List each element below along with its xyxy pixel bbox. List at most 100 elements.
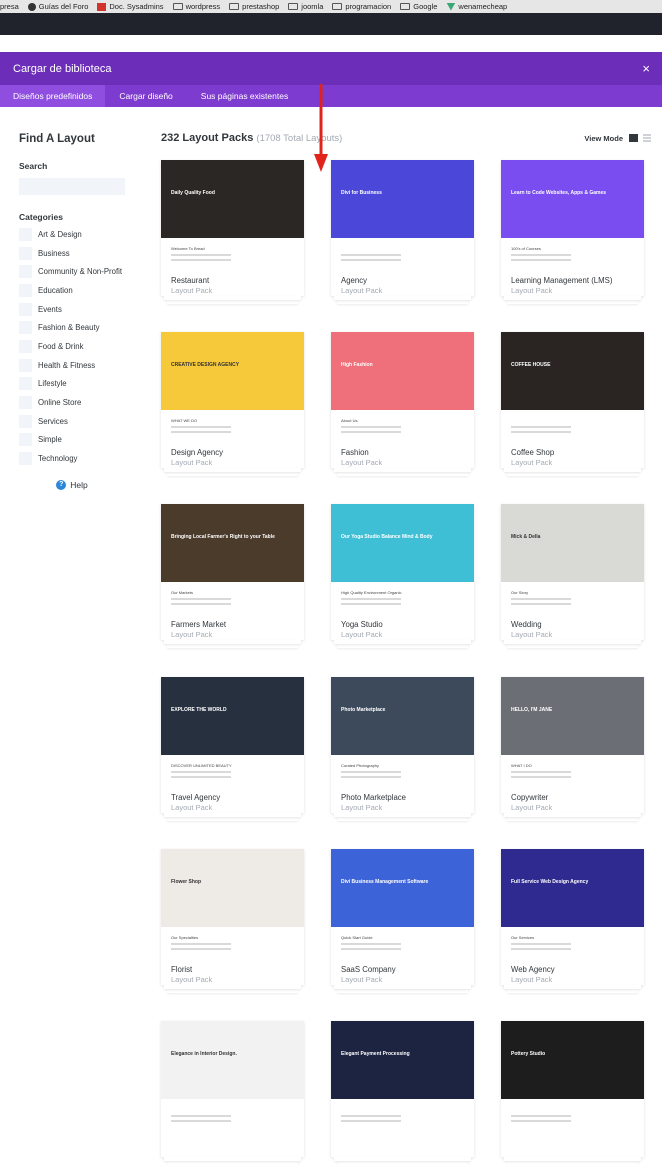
category-label: Art & Design <box>38 229 82 239</box>
category-item[interactable]: Simple <box>19 431 139 450</box>
category-checkbox[interactable] <box>19 321 32 335</box>
layout-pack-card[interactable]: Mick & Della Our Story Wedding Layout Pack <box>501 504 644 648</box>
tab-load-layout[interactable]: Cargar diseño <box>105 85 186 107</box>
category-checkbox[interactable] <box>19 433 32 447</box>
category-item[interactable]: Food & Drink <box>19 337 139 356</box>
layout-thumbnail: Learn to Code Websites, Apps & Games 100'… <box>501 160 644 268</box>
layout-pack-type: Layout Pack <box>511 803 553 812</box>
thumbnail-placeholder-line <box>171 776 231 778</box>
thumbnail-lower-text: Quick Start Guide <box>341 935 373 940</box>
layout-pack-card[interactable]: Learn to Code Websites, Apps & Games 100'… <box>501 160 644 304</box>
category-checkbox[interactable] <box>19 227 32 241</box>
category-item[interactable]: Lifestyle <box>19 375 139 394</box>
category-checkbox[interactable] <box>19 358 32 372</box>
layout-pack-type: Layout Pack <box>341 975 383 984</box>
layout-pack-card[interactable]: CREATIVE DESIGN AGENCY WHAT WE DO Design A… <box>161 332 304 476</box>
tab-predefined-layouts[interactable]: Diseños predefinidos <box>0 85 106 107</box>
layout-pack-name: Florist <box>171 965 193 974</box>
category-item[interactable]: Technology <box>19 449 139 468</box>
close-icon[interactable]: × <box>642 61 650 76</box>
help-link[interactable]: ? Help <box>19 479 125 490</box>
thumbnail-placeholder-line <box>511 1115 571 1117</box>
card-stack-shadow <box>164 640 301 644</box>
bookmark-item[interactable]: presa <box>0 2 19 11</box>
layout-pack-card[interactable]: High Fashion About Us Fashion Layout Pack <box>331 332 474 476</box>
bookmark-item[interactable]: wordpress <box>172 2 220 11</box>
layout-pack-card[interactable]: HELLO, I'M JANE WHAT I DO Copywriter Layout… <box>501 677 644 821</box>
bookmark-item[interactable]: programacion <box>332 2 391 11</box>
category-item[interactable]: Online Store <box>19 393 139 412</box>
layout-pack-card[interactable]: Divi for Business Agency Layout Pack <box>331 160 474 304</box>
card-stack-shadow <box>507 989 638 993</box>
category-item[interactable]: Health & Fitness <box>19 356 139 375</box>
thumbnail-hero-text: Mick & Della <box>511 534 541 540</box>
layout-pack-card[interactable]: Pottery Studio <box>501 1021 644 1165</box>
category-checkbox[interactable] <box>19 377 32 391</box>
layout-pack-card[interactable]: Divi Business Management Software Quick S… <box>331 849 474 993</box>
bookmark-item[interactable]: Google <box>400 2 437 11</box>
category-item[interactable]: Art & Design <box>19 225 139 244</box>
category-checkbox[interactable] <box>19 396 32 410</box>
layout-pack-card[interactable]: EXPLORE THE WORLD DISCOVER UNLIMITED BEAU… <box>161 677 304 821</box>
thumbnail-placeholder-line <box>341 776 401 778</box>
thumbnail-placeholder-line <box>171 771 231 773</box>
category-item[interactable]: Services <box>19 412 139 431</box>
layout-thumbnail: Full Service Web Design Agency Our Servic… <box>501 849 644 957</box>
layout-pack-card[interactable]: Elegance in Interior Design. <box>161 1021 304 1165</box>
thumbnail-hero: COFFEE HOUSE <box>501 332 644 410</box>
category-item[interactable]: Business <box>19 244 139 263</box>
category-checkbox[interactable] <box>19 452 32 466</box>
layout-pack-card[interactable]: Bringing Local Farmer's Right to your Ta… <box>161 504 304 648</box>
bookmark-item[interactable]: joomla <box>288 2 323 11</box>
layout-pack-name: Yoga Studio <box>341 620 383 629</box>
category-item[interactable]: Fashion & Beauty <box>19 318 139 337</box>
thumbnail-placeholder-line <box>341 1120 401 1122</box>
layout-pack-card[interactable]: Daily Quality Food Welcome To Bread Restau… <box>161 160 304 304</box>
thumbnail-hero: Our Yoga Studio Balance Mind & Body <box>331 504 474 582</box>
layout-pack-card[interactable]: Full Service Web Design Agency Our Servic… <box>501 849 644 993</box>
bookmark-item[interactable]: Guías del Foro <box>27 2 88 11</box>
category-checkbox[interactable] <box>19 265 32 279</box>
layout-pack-card[interactable]: COFFEE HOUSE Coffee Shop Layout Pack <box>501 332 644 476</box>
layout-thumbnail: Pottery Studio <box>501 1021 644 1129</box>
category-label: Fashion & Beauty <box>38 323 100 333</box>
bookmark-item[interactable]: wenamecheap <box>446 2 507 11</box>
list-view-icon[interactable] <box>643 134 651 142</box>
bookmark-label: Doc. Sysadmins <box>109 2 164 11</box>
layout-pack-card[interactable]: Photo Marketplace Curated Photography Phot… <box>331 677 474 821</box>
layout-pack-name: Coffee Shop <box>511 448 555 457</box>
card-stack-shadow <box>504 813 641 817</box>
thumbnail-placeholder-line <box>341 603 401 605</box>
layout-pack-type: Layout Pack <box>171 458 213 467</box>
card-stack-shadow <box>167 989 298 993</box>
thumbnail-placeholder-line <box>511 943 571 945</box>
folder-icon <box>332 3 343 10</box>
bookmark-item[interactable]: Doc. Sysadmins <box>97 2 164 11</box>
thumbnail-lower: Curated Photography <box>331 755 474 785</box>
thumbnail-lower-text: Our Markets <box>171 590 194 595</box>
thumbnail-hero: Learn to Code Websites, Apps & Games <box>501 160 644 238</box>
tab-existing-pages[interactable]: Sus páginas existentes <box>187 85 302 107</box>
thumbnail-placeholder-line <box>171 603 231 605</box>
layout-pack-type: Layout Pack <box>341 803 383 812</box>
layout-pack-card[interactable]: Elegant Payment Processing <box>331 1021 474 1165</box>
category-item[interactable]: Education <box>19 281 139 300</box>
category-checkbox[interactable] <box>19 414 32 428</box>
thumbnail-placeholder-line <box>341 1115 401 1117</box>
layout-pack-type: Layout Pack <box>171 630 213 639</box>
layout-pack-type: Layout Pack <box>511 630 553 639</box>
category-item[interactable]: Events <box>19 300 139 319</box>
bookmark-item[interactable]: prestashop <box>229 2 279 11</box>
search-input[interactable] <box>19 178 125 195</box>
category-item[interactable]: Community & Non-Profit <box>19 262 139 281</box>
thumbnail-hero-text: Bringing Local Farmer's Right to your Ta… <box>171 534 275 540</box>
layout-thumbnail: Photo Marketplace Curated Photography <box>331 677 474 785</box>
category-checkbox[interactable] <box>19 339 32 353</box>
category-checkbox[interactable] <box>19 246 32 260</box>
layout-pack-card[interactable]: Flower Shop Our Specialties Florist Layout … <box>161 849 304 993</box>
category-checkbox[interactable] <box>19 283 32 297</box>
layout-pack-card[interactable]: Our Yoga Studio Balance Mind & Body High … <box>331 504 474 648</box>
grid-view-icon[interactable] <box>629 134 638 142</box>
card-stack-shadow <box>337 472 468 476</box>
category-checkbox[interactable] <box>19 302 32 316</box>
